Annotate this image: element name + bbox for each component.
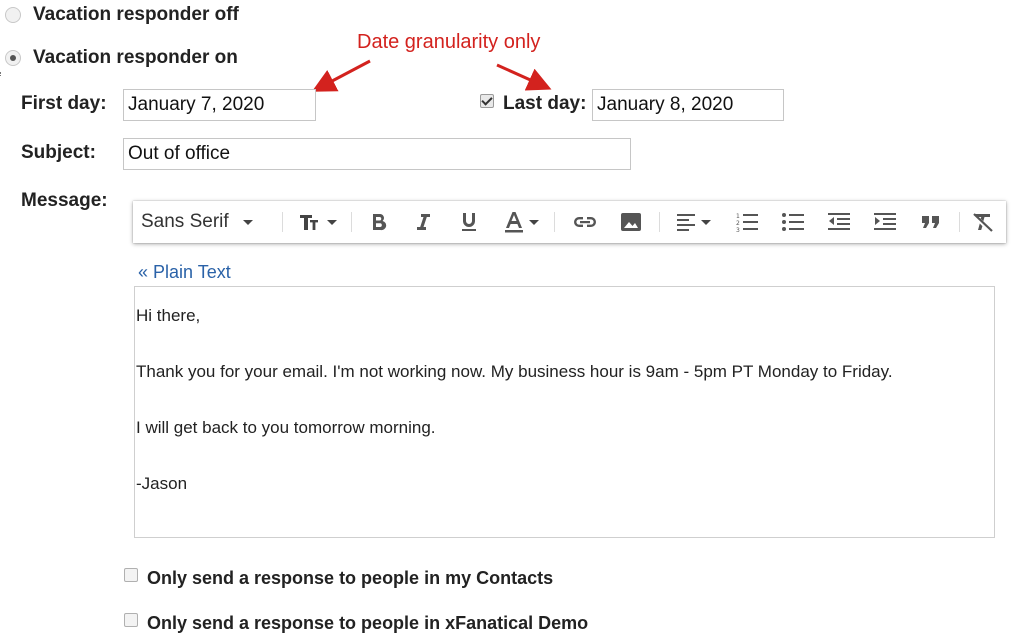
indent-more-icon <box>874 213 896 230</box>
org-only-label[interactable]: Only send a response to people in xFanat… <box>147 613 588 634</box>
toolbar-divider <box>351 212 352 232</box>
message-line: -Jason <box>136 474 188 493</box>
image-icon <box>621 213 641 231</box>
toolbar-divider <box>554 212 555 232</box>
underline-button[interactable] <box>451 201 487 243</box>
svg-text:2: 2 <box>736 220 740 227</box>
annotation-text: Date granularity only <box>357 31 541 53</box>
font-size-icon <box>299 215 318 230</box>
message-body-editor[interactable]: Hi there, Thank you for your email. I'm … <box>134 286 995 538</box>
last-day-label: Last day: <box>503 93 587 114</box>
underline-icon <box>462 213 476 231</box>
align-button[interactable] <box>667 201 719 243</box>
responder-on-label[interactable]: Vacation responder on <box>33 47 238 69</box>
bold-button[interactable] <box>361 201 397 243</box>
plain-text-link[interactable]: « Plain Text <box>138 262 231 283</box>
formatting-toolbar: Sans Serif 123 <box>133 201 1006 243</box>
indent-more-button[interactable] <box>865 201 905 243</box>
toolbar-divider <box>959 212 960 232</box>
toolbar-divider <box>282 212 283 232</box>
bulleted-list-button[interactable] <box>773 201 813 243</box>
quote-icon <box>922 216 939 228</box>
font-family-label: Sans Serif <box>141 211 229 232</box>
text-color-button[interactable] <box>495 201 547 243</box>
font-size-button[interactable] <box>291 201 343 243</box>
svg-text:3: 3 <box>736 227 740 233</box>
link-button[interactable] <box>565 201 605 243</box>
responder-off-radio[interactable] <box>5 7 21 23</box>
responder-off-label[interactable]: Vacation responder off <box>33 4 239 26</box>
message-line: I will get back to you tomorrow morning. <box>136 418 436 437</box>
chevron-down-icon <box>326 219 337 225</box>
subject-input[interactable]: Out of office <box>123 138 631 170</box>
indent-less-icon <box>828 213 850 230</box>
message-line: Hi there, <box>136 306 201 325</box>
arrow-to-first-day <box>311 59 371 92</box>
message-label: Message: <box>21 190 108 211</box>
italic-button[interactable] <box>405 201 441 243</box>
arrow-to-last-day <box>496 63 552 91</box>
chevron-down-icon <box>242 219 253 225</box>
remove-formatting-button[interactable] <box>965 201 1001 243</box>
numbered-list-icon: 123 <box>736 213 758 233</box>
remove-formatting-icon <box>973 213 993 232</box>
chevron-down-icon <box>700 219 711 225</box>
svg-text:1: 1 <box>736 213 740 220</box>
message-line: Thank you for your email. I'm not workin… <box>136 362 893 381</box>
italic-icon <box>417 214 430 230</box>
align-left-icon <box>676 214 695 231</box>
edge-marker <box>0 72 3 76</box>
bulleted-list-icon <box>782 213 804 231</box>
first-day-input[interactable]: January 7, 2020 <box>123 89 316 121</box>
first-day-label: First day: <box>21 93 107 114</box>
subject-label: Subject: <box>21 142 96 163</box>
contacts-only-checkbox[interactable] <box>124 568 138 582</box>
numbered-list-button[interactable]: 123 <box>727 201 767 243</box>
link-icon <box>574 217 596 227</box>
last-day-checkbox[interactable] <box>480 94 494 108</box>
contacts-only-label[interactable]: Only send a response to people in my Con… <box>147 568 553 589</box>
quote-button[interactable] <box>911 201 951 243</box>
font-family-select[interactable]: Sans Serif <box>141 201 273 243</box>
last-day-input[interactable]: January 8, 2020 <box>592 89 784 121</box>
chevron-down-icon <box>528 219 539 225</box>
text-color-icon <box>504 212 523 233</box>
org-only-checkbox[interactable] <box>124 613 138 627</box>
responder-on-radio[interactable] <box>5 50 21 66</box>
image-button[interactable] <box>611 201 651 243</box>
toolbar-divider <box>659 212 660 232</box>
indent-less-button[interactable] <box>819 201 859 243</box>
bold-icon <box>373 214 387 231</box>
